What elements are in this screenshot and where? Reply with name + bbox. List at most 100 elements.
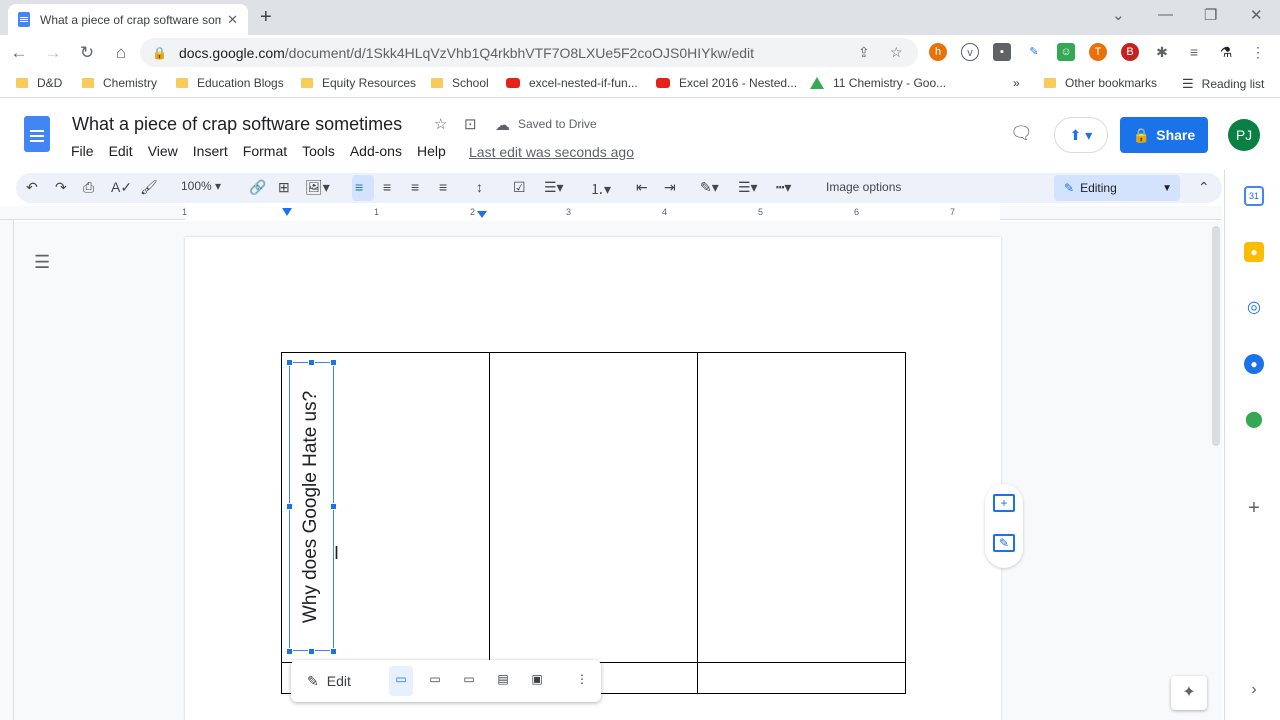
document-title[interactable]: What a piece of crap software sometimes [72, 114, 402, 135]
docs-logo-icon[interactable] [24, 116, 50, 152]
link-icon[interactable]: 🔗 [249, 179, 266, 196]
indent-marker-icon[interactable] [282, 208, 292, 216]
resize-handle[interactable] [286, 648, 293, 655]
extension-icon[interactable]: T [1089, 43, 1107, 61]
pen-extension-icon[interactable]: ✎ [1025, 43, 1043, 61]
bookmark-item[interactable]: School [431, 76, 489, 90]
more-options-icon[interactable]: ⋮ [572, 672, 592, 690]
get-addons-icon[interactable]: + [1244, 498, 1264, 518]
home-icon[interactable]: ⌂ [106, 43, 136, 63]
flask-extension-icon[interactable]: ⚗ [1217, 43, 1235, 61]
in-front-text-icon[interactable]: ▣ [527, 672, 547, 690]
comment-history-icon[interactable]: 🗨 [1010, 123, 1033, 144]
spellcheck-icon[interactable]: A✓ [111, 179, 132, 196]
line-spacing-icon[interactable]: ↕ [476, 179, 483, 195]
star-icon[interactable]: ☆ [434, 115, 447, 133]
align-right-icon[interactable]: ≡ [411, 179, 419, 195]
minimize-icon[interactable]: — [1158, 6, 1173, 23]
expand-panel-icon[interactable]: › [1244, 680, 1264, 700]
restore-icon[interactable]: ❐ [1204, 6, 1217, 24]
move-folder-icon[interactable]: ⊡ [464, 115, 477, 133]
new-tab-icon[interactable]: + [260, 6, 272, 29]
bookmark-star-icon[interactable]: ☆ [890, 44, 903, 61]
other-bookmarks[interactable]: Other bookmarks [1044, 76, 1157, 90]
menu-addons[interactable]: Add-ons [350, 143, 402, 159]
menu-help[interactable]: Help [417, 143, 446, 159]
calendar-icon[interactable]: 31 [1244, 186, 1264, 206]
bulleted-list-icon[interactable]: ☰▾ [544, 179, 564, 196]
behind-text-icon[interactable]: ▤ [493, 672, 513, 690]
numbered-list-icon[interactable]: ⒈▾ [590, 179, 611, 199]
share-page-icon[interactable]: ⇪ [858, 44, 870, 61]
extension-icon[interactable]: h [929, 43, 947, 61]
browser-tab[interactable]: What a piece of crap software sometimes … [8, 4, 248, 35]
editing-mode-select[interactable]: ✎ Editing ▼ [1054, 175, 1180, 201]
forward-icon[interactable]: → [38, 43, 68, 63]
menu-edit[interactable]: Edit [109, 143, 133, 159]
maps-icon[interactable]: ⬤ [1244, 410, 1264, 430]
inline-wrap-icon[interactable]: ▭ [391, 672, 411, 690]
extension-icon[interactable]: B [1121, 43, 1139, 61]
resize-handle[interactable] [330, 359, 337, 366]
share-button[interactable]: 🔒 Share [1120, 117, 1208, 153]
url-input[interactable]: 🔒 docs.google.com /document/d/1Skk4HLqVz… [140, 38, 918, 67]
bookmark-item[interactable]: Excel 2016 - Nested... [656, 76, 797, 90]
contacts-icon[interactable]: ● [1244, 354, 1264, 374]
justify-icon[interactable]: ≡ [439, 179, 447, 195]
undo-icon[interactable]: ↶ [26, 179, 38, 196]
reload-icon[interactable]: ↻ [72, 43, 102, 63]
document-table[interactable] [281, 352, 906, 694]
menu-insert[interactable]: Insert [193, 143, 228, 159]
right-indent-marker-icon[interactable] [477, 211, 487, 218]
edit-image-button[interactable]: ✎ Edit [307, 673, 351, 690]
border-weight-icon[interactable]: ☰▾ [738, 179, 758, 196]
extension-icon[interactable]: ▪ [993, 43, 1011, 61]
bookmark-item[interactable]: D&D [16, 76, 62, 90]
reading-list[interactable]: ☰ Reading list [1182, 76, 1264, 92]
wrap-text-icon[interactable]: ▭ [425, 672, 445, 690]
extension-icon[interactable]: ☺ [1057, 43, 1075, 61]
media-queue-icon[interactable]: ≡ [1185, 43, 1203, 61]
align-left-icon[interactable]: ≡ [355, 179, 363, 195]
bookmark-item[interactable]: excel-nested-if-fun... [506, 76, 638, 90]
decrease-indent-icon[interactable]: ⇤ [636, 179, 648, 196]
present-button[interactable]: ⬆ ▾ [1054, 117, 1108, 153]
resize-handle[interactable] [308, 359, 315, 366]
menu-view[interactable]: View [148, 143, 178, 159]
horizontal-ruler[interactable]: 1 1 2 3 4 5 6 7 [0, 206, 1222, 220]
menu-file[interactable]: File [71, 143, 94, 159]
paint-format-icon[interactable]: 🖌 [140, 179, 158, 196]
bookmark-item[interactable]: Equity Resources [301, 76, 416, 90]
resize-handle[interactable] [308, 648, 315, 655]
bookmark-item[interactable]: 11 Chemistry - Goo... [810, 76, 946, 90]
back-icon[interactable]: ← [4, 43, 34, 63]
align-center-icon[interactable]: ≡ [383, 179, 391, 195]
tab-search-icon[interactable]: ⌄ [1112, 6, 1125, 24]
resize-handle[interactable] [286, 503, 293, 510]
checklist-icon[interactable]: ☑ [513, 179, 526, 196]
suggest-edit-icon[interactable]: ✎ [993, 534, 1015, 552]
last-edit-link[interactable]: Last edit was seconds ago [469, 144, 634, 160]
image-options-button[interactable]: Image options [826, 180, 901, 194]
close-tab-icon[interactable]: ✕ [227, 12, 238, 28]
keep-icon[interactable]: ● [1244, 242, 1264, 262]
zoom-select[interactable]: 100% ▾ [181, 179, 221, 193]
avatar[interactable]: PJ [1228, 119, 1260, 151]
pocket-icon[interactable]: v [961, 43, 979, 61]
print-icon[interactable]: ⎙ [83, 179, 94, 196]
resize-handle[interactable] [286, 359, 293, 366]
border-color-icon[interactable]: ✎▾ [700, 179, 719, 196]
resize-handle[interactable] [330, 503, 337, 510]
chrome-menu-icon[interactable]: ⋮ [1249, 43, 1267, 61]
menu-tools[interactable]: Tools [302, 143, 335, 159]
add-comment-icon[interactable]: ⊞ [278, 179, 290, 196]
break-text-icon[interactable]: ▭ [459, 672, 479, 690]
bookmark-item[interactable]: Chemistry [82, 76, 157, 90]
redo-icon[interactable]: ↷ [55, 179, 67, 196]
explore-button[interactable]: ✦ [1171, 676, 1207, 710]
collapse-toolbar-icon[interactable]: ⌃ [1198, 179, 1210, 196]
vertical-ruler[interactable] [0, 220, 14, 720]
document-outline-icon[interactable]: ☰ [34, 252, 50, 273]
increase-indent-icon[interactable]: ⇥ [664, 179, 676, 196]
extensions-puzzle-icon[interactable]: ✱ [1153, 43, 1171, 61]
